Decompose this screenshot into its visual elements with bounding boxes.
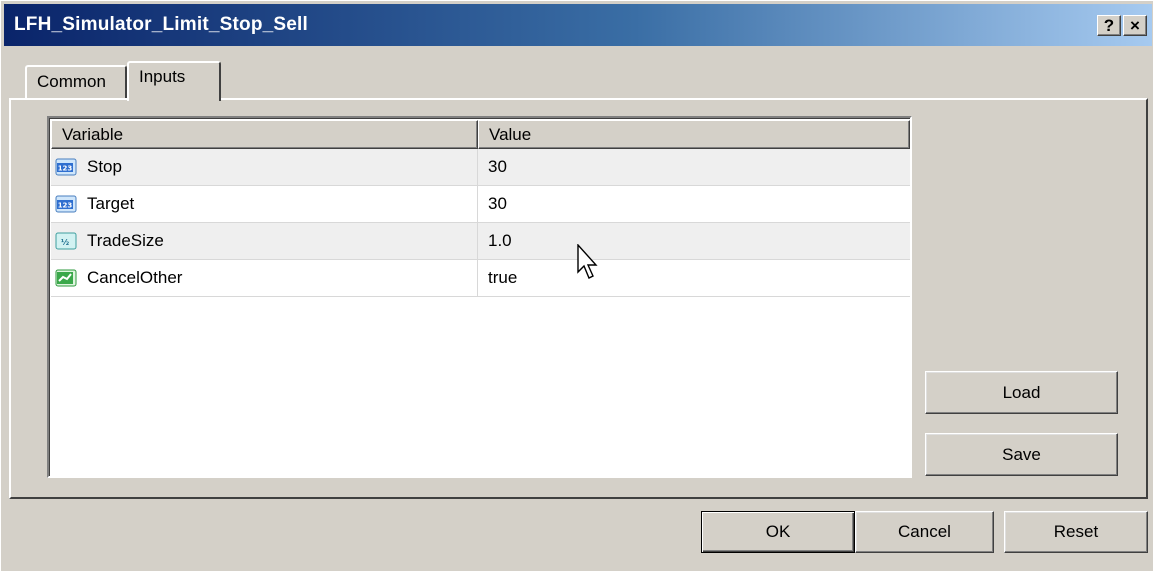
variable-value[interactable]: 1.0 [488,231,512,251]
reset-button[interactable]: Reset [1004,511,1148,553]
variable-cell: CancelOther [51,260,478,296]
variable-cell: ½ TradeSize [51,223,478,259]
table-row[interactable]: 123 Target 30 [51,186,910,223]
tab-inputs[interactable]: Inputs [127,61,221,101]
value-cell[interactable]: 30 [478,149,910,185]
tab-common[interactable]: Common [25,65,127,98]
value-cell[interactable]: 1.0 [478,223,910,259]
cancel-button[interactable]: Cancel [855,511,994,553]
variable-name: Stop [87,157,122,176]
inputs-list[interactable]: Variable Value 123 Stop 30 123 Target 30… [47,116,912,478]
value-cell[interactable]: 30 [478,186,910,222]
ok-button[interactable]: OK [701,511,855,553]
variable-value[interactable]: 30 [488,157,507,177]
close-button[interactable]: × [1123,15,1147,36]
variable-name: CancelOther [87,268,183,287]
variable-name: TradeSize [87,231,164,250]
mouse-pointer-icon [577,244,598,279]
list-header: Variable Value [51,120,910,149]
variable-value[interactable]: true [488,268,517,288]
svg-text:123: 123 [58,202,73,210]
column-header-variable[interactable]: Variable [51,120,478,149]
double-icon: ½ [55,232,77,250]
save-button[interactable]: Save [925,433,1118,476]
table-row[interactable]: ½ TradeSize 1.0 [51,223,910,260]
bool-icon [55,269,77,287]
window-title: LFH_Simulator_Limit_Stop_Sell [14,14,309,35]
table-row[interactable]: CancelOther true [51,260,910,297]
svg-text:123: 123 [58,165,73,173]
table-row[interactable]: 123 Stop 30 [51,149,910,186]
svg-text:½: ½ [61,237,69,247]
title-bar[interactable]: LFH_Simulator_Limit_Stop_Sell ? × [4,4,1152,46]
variable-value[interactable]: 30 [488,194,507,214]
dialog-window: LFH_Simulator_Limit_Stop_Sell ? × Common… [0,0,1153,571]
help-button[interactable]: ? [1097,15,1121,36]
variable-cell: 123 Target [51,186,478,222]
column-header-value[interactable]: Value [478,120,910,149]
value-cell[interactable]: true [478,260,910,296]
integer-icon: 123 [55,158,77,176]
integer-icon: 123 [55,195,77,213]
variable-name: Target [87,194,135,213]
load-button[interactable]: Load [925,371,1118,414]
variable-cell: 123 Stop [51,149,478,185]
